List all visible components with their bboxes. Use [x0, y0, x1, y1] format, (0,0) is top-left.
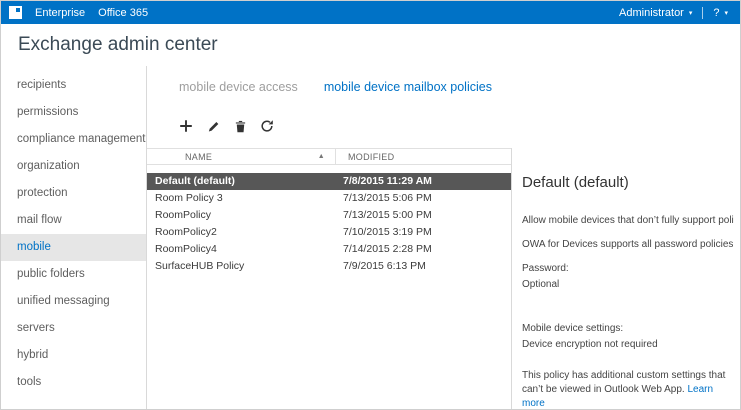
sidebar-item-public-folders[interactable]: public folders	[1, 261, 146, 288]
sidebar: recipientspermissionscompliance manageme…	[1, 66, 147, 409]
chevron-down-icon: ▾	[689, 9, 693, 17]
policy-name: SurfaceHUB Policy	[147, 258, 335, 275]
office-logo[interactable]	[9, 6, 22, 19]
add-button[interactable]	[177, 117, 195, 135]
page-title: Exchange admin center	[18, 34, 740, 56]
user-name: Administrator	[619, 7, 684, 19]
policy-name: RoomPolicy	[147, 207, 335, 224]
table-row[interactable]: SurfaceHUB Policy7/9/2015 6:13 PM	[147, 258, 511, 275]
sidebar-item-hybrid[interactable]: hybrid	[1, 342, 146, 369]
policy-name: RoomPolicy4	[147, 241, 335, 258]
custom-settings-note: This policy has additional custom settin…	[522, 369, 734, 409]
sidebar-item-mail-flow[interactable]: mail flow	[1, 207, 146, 234]
column-header-name[interactable]: NAME ▲	[147, 149, 335, 164]
table-header: NAME ▲ MODIFIED	[147, 148, 511, 165]
details-pane: Default (default) Allow mobile devices t…	[511, 148, 740, 409]
sidebar-item-organization[interactable]: organization	[1, 153, 146, 180]
plus-icon	[179, 119, 193, 133]
content: recipientspermissionscompliance manageme…	[1, 66, 740, 409]
name-column-label: NAME	[185, 152, 212, 162]
sort-ascending-icon: ▲	[318, 153, 325, 160]
policy-list-pane: NAME ▲ MODIFIED Default (default)7/8/201…	[147, 104, 511, 409]
table-row[interactable]: RoomPolicy27/10/2015 3:19 PM	[147, 224, 511, 241]
policy-name: Default (default)	[147, 173, 335, 190]
tab-mobile-device-mailbox-policies[interactable]: mobile device mailbox policies	[324, 80, 492, 104]
policy-modified: 7/13/2015 5:06 PM	[335, 190, 511, 207]
edit-button[interactable]	[204, 117, 222, 135]
chevron-down-icon: ▾	[724, 9, 728, 17]
user-menu[interactable]: Administrator ▾	[619, 7, 692, 19]
tab-mobile-device-access[interactable]: mobile device access	[179, 80, 298, 104]
pencil-icon	[207, 120, 220, 133]
tab-strip: mobile device access mobile device mailbo…	[147, 66, 740, 104]
policy-list: Default (default)7/8/2015 11:29 AMRoom P…	[147, 173, 511, 275]
table-row[interactable]: RoomPolicy47/14/2015 2:28 PM	[147, 241, 511, 258]
topbar: Enterprise Office 365 Administrator ▾ ? …	[1, 1, 740, 24]
table-row[interactable]: Room Policy 37/13/2015 5:06 PM	[147, 190, 511, 207]
table-row[interactable]: Default (default)7/8/2015 11:29 AM	[147, 173, 511, 190]
password-value: Optional	[522, 279, 734, 291]
password-label: Password:	[522, 263, 734, 275]
device-settings-label: Mobile device settings:	[522, 323, 734, 335]
policy-modified: 7/13/2015 5:00 PM	[335, 207, 511, 224]
refresh-button[interactable]	[258, 117, 276, 135]
policy-modified: 7/9/2015 6:13 PM	[335, 258, 511, 275]
policy-modified: 7/10/2015 3:19 PM	[335, 224, 511, 241]
sidebar-item-permissions[interactable]: permissions	[1, 99, 146, 126]
details-description: Allow mobile devices that don’t fully su…	[522, 215, 734, 227]
help-menu[interactable]: ? ▾	[713, 7, 728, 19]
sidebar-item-compliance-management[interactable]: compliance management	[1, 126, 146, 153]
details-owa-note: OWA for Devices supports all password po…	[522, 239, 734, 251]
sidebar-item-unified-messaging[interactable]: unified messaging	[1, 288, 146, 315]
policy-modified: 7/14/2015 2:28 PM	[335, 241, 511, 258]
trash-icon	[234, 120, 247, 133]
policy-modified: 7/8/2015 11:29 AM	[335, 173, 511, 190]
main-area: mobile device access mobile device mailbo…	[147, 66, 740, 409]
topbar-right: Administrator ▾ ? ▾	[619, 7, 728, 19]
sidebar-item-recipients[interactable]: recipients	[1, 72, 146, 99]
exchange-admin-center-window: Enterprise Office 365 Administrator ▾ ? …	[0, 0, 741, 410]
details-title: Default (default)	[522, 174, 734, 191]
toolbar	[147, 104, 511, 148]
table-row[interactable]: RoomPolicy7/13/2015 5:00 PM	[147, 207, 511, 224]
policy-name: RoomPolicy2	[147, 224, 335, 241]
sidebar-item-tools[interactable]: tools	[1, 369, 146, 396]
topbar-enterprise[interactable]: Enterprise	[35, 7, 85, 19]
topbar-divider	[702, 7, 703, 19]
topbar-office365[interactable]: Office 365	[98, 7, 148, 19]
refresh-icon	[260, 119, 274, 133]
help-label: ?	[713, 7, 719, 19]
topbar-left: Enterprise Office 365	[9, 6, 148, 19]
sidebar-item-protection[interactable]: protection	[1, 180, 146, 207]
sidebar-item-servers[interactable]: servers	[1, 315, 146, 342]
page-header: Exchange admin center	[1, 24, 740, 66]
device-settings-value: Device encryption not required	[522, 339, 734, 351]
column-header-modified[interactable]: MODIFIED	[335, 149, 511, 164]
policy-name: Room Policy 3	[147, 190, 335, 207]
main-body: NAME ▲ MODIFIED Default (default)7/8/201…	[147, 104, 740, 409]
delete-button[interactable]	[231, 117, 249, 135]
sidebar-item-mobile[interactable]: mobile	[1, 234, 146, 261]
modified-column-label: MODIFIED	[348, 152, 394, 162]
